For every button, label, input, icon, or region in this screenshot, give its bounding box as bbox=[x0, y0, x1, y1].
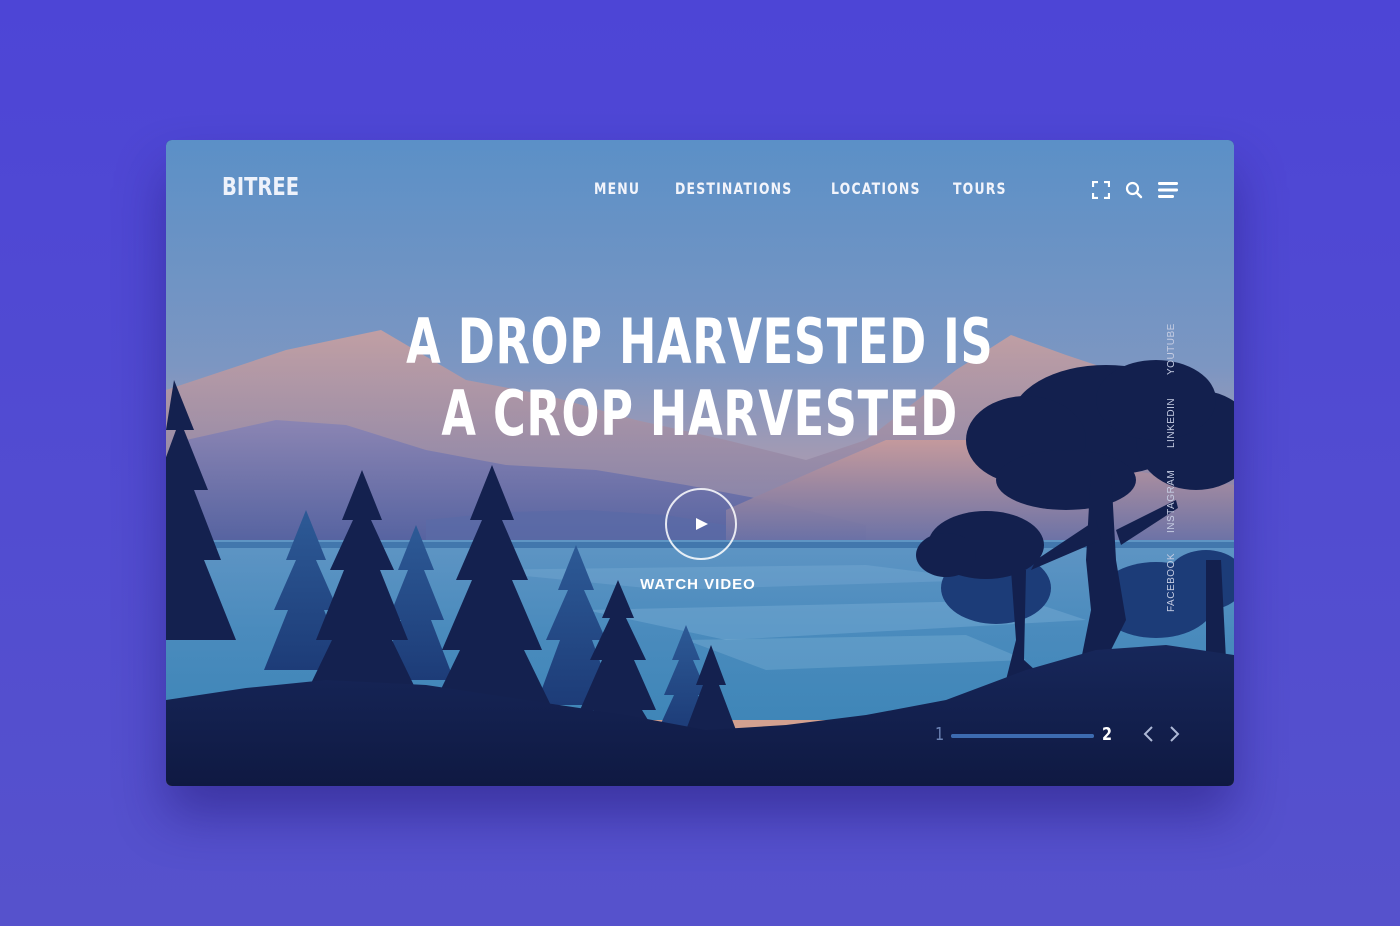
fullscreen-icon[interactable] bbox=[1091, 180, 1111, 204]
social-link-linkedin[interactable]: LINKEDIN bbox=[1166, 398, 1177, 448]
hero-headline-line2: A CROP HARVESTED bbox=[441, 377, 959, 450]
next-slide-button[interactable] bbox=[1166, 724, 1182, 744]
pager-progress-fill bbox=[951, 734, 1094, 738]
nav-item-destinations[interactable]: DESTINATIONS bbox=[675, 179, 792, 198]
landscape-illustration bbox=[166, 140, 1234, 786]
pager-progress-track bbox=[951, 734, 1094, 738]
social-link-youtube[interactable]: YOUTUBE bbox=[1166, 323, 1177, 375]
brand-logo[interactable]: BITREE bbox=[222, 172, 299, 201]
social-link-instagram[interactable]: INSTAGRAM bbox=[1166, 470, 1177, 533]
hero-card: BITREE MENU DESTINATIONS LOCATIONS TOURS… bbox=[166, 140, 1234, 786]
hero-headline-line1: A DROP HARVESTED IS bbox=[406, 305, 994, 378]
watch-video-link[interactable]: WATCH VIDEO bbox=[598, 576, 798, 593]
social-link-facebook[interactable]: FACEBOOK bbox=[1166, 553, 1177, 612]
search-icon[interactable] bbox=[1125, 181, 1143, 204]
play-video-button[interactable] bbox=[665, 488, 737, 560]
play-icon bbox=[696, 518, 708, 530]
chevron-right-icon bbox=[1170, 726, 1180, 742]
nav-item-locations[interactable]: LOCATIONS bbox=[831, 179, 921, 198]
pager-total: 2 bbox=[1102, 724, 1113, 745]
hamburger-menu-icon[interactable] bbox=[1158, 181, 1180, 204]
chevron-left-icon bbox=[1143, 726, 1153, 742]
pager-current: 1 bbox=[935, 724, 945, 745]
prev-slide-button[interactable] bbox=[1141, 724, 1157, 744]
nav-item-menu[interactable]: MENU bbox=[594, 179, 640, 198]
nav-item-tours[interactable]: TOURS bbox=[953, 179, 1007, 198]
